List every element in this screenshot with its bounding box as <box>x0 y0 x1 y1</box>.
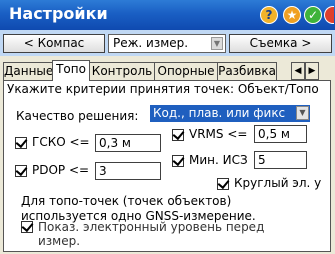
mode-select[interactable]: Реж. измер. ▼ <box>108 34 226 53</box>
solution-quality-value: Код., плав. или фикс <box>153 106 286 120</box>
tab-scroll-right-icon[interactable]: ▶ <box>305 62 319 80</box>
title-bar: Настройки ? ★ ✓ <box>0 0 335 30</box>
close-icon[interactable] <box>324 6 334 24</box>
check-icon <box>217 176 230 190</box>
tab-topo[interactable]: Топо <box>52 60 90 81</box>
instruction-text: Укажите критерии принятия точек: Объект/… <box>7 82 319 96</box>
tab-scroll-left-icon[interactable]: ◀ <box>291 62 305 80</box>
tab-data[interactable]: Данные <box>3 62 53 81</box>
ok-icon[interactable]: ✓ <box>304 6 322 24</box>
round-level-checkbox[interactable] <box>217 176 230 190</box>
hrms-label: ГСКО <= <box>32 135 90 149</box>
show-level-label-2: измер. <box>38 234 81 248</box>
favorite-icon[interactable]: ★ <box>283 6 301 24</box>
check-icon <box>172 153 185 167</box>
window-title: Настройки <box>9 4 108 23</box>
tab-reference[interactable]: Опорные <box>154 62 218 81</box>
dropdown-arrow-icon[interactable]: ▼ <box>296 106 309 120</box>
topo-settings-panel: Укажите критерии принятия точек: Объект/… <box>3 80 331 252</box>
min-sats-label: Мин. ИСЗ <box>189 153 248 167</box>
round-level-label: Круглый эл. у <box>234 176 322 190</box>
hrms-input[interactable]: 0,3 м <box>95 134 161 152</box>
show-level-label: Показ. электронный уровень перед <box>38 220 265 234</box>
check-icon <box>21 219 34 233</box>
min-sats-checkbox[interactable] <box>172 153 185 167</box>
note-line-1: Для топо-точек (точек объектов) <box>21 194 232 208</box>
tab-stakeout[interactable]: Разбивка <box>217 62 277 81</box>
settings-window: Настройки ? ★ ✓ < Компас Реж. измер. ▼ С… <box>0 0 335 254</box>
pdop-input[interactable]: 3 <box>95 162 161 180</box>
pdop-checkbox[interactable] <box>15 163 28 177</box>
min-sats-input[interactable]: 5 <box>254 151 307 169</box>
tab-control[interactable]: Контроль <box>89 62 155 81</box>
solution-quality-select[interactable]: Код., плав. или фикс ▼ <box>150 105 310 122</box>
compass-button[interactable]: < Компас <box>3 34 105 53</box>
mode-select-value: Реж. измер. <box>113 36 189 50</box>
help-icon[interactable]: ? <box>260 6 278 24</box>
dropdown-arrow-icon[interactable]: ▼ <box>211 37 223 50</box>
hrms-checkbox[interactable] <box>15 135 28 149</box>
survey-button[interactable]: Съемка > <box>229 34 332 53</box>
vrms-checkbox[interactable] <box>172 127 185 141</box>
toolbar: < Компас Реж. измер. ▼ Съемка > <box>0 30 335 56</box>
vrms-input[interactable]: 0,5 м <box>254 125 307 143</box>
show-level-checkbox[interactable] <box>21 219 34 233</box>
vrms-label: VRMS <= <box>189 127 248 141</box>
check-icon <box>15 135 28 149</box>
check-icon <box>15 163 28 177</box>
quality-label: Качество решения: <box>16 109 139 123</box>
check-icon <box>172 127 185 141</box>
pdop-label: PDOP <= <box>32 163 90 177</box>
